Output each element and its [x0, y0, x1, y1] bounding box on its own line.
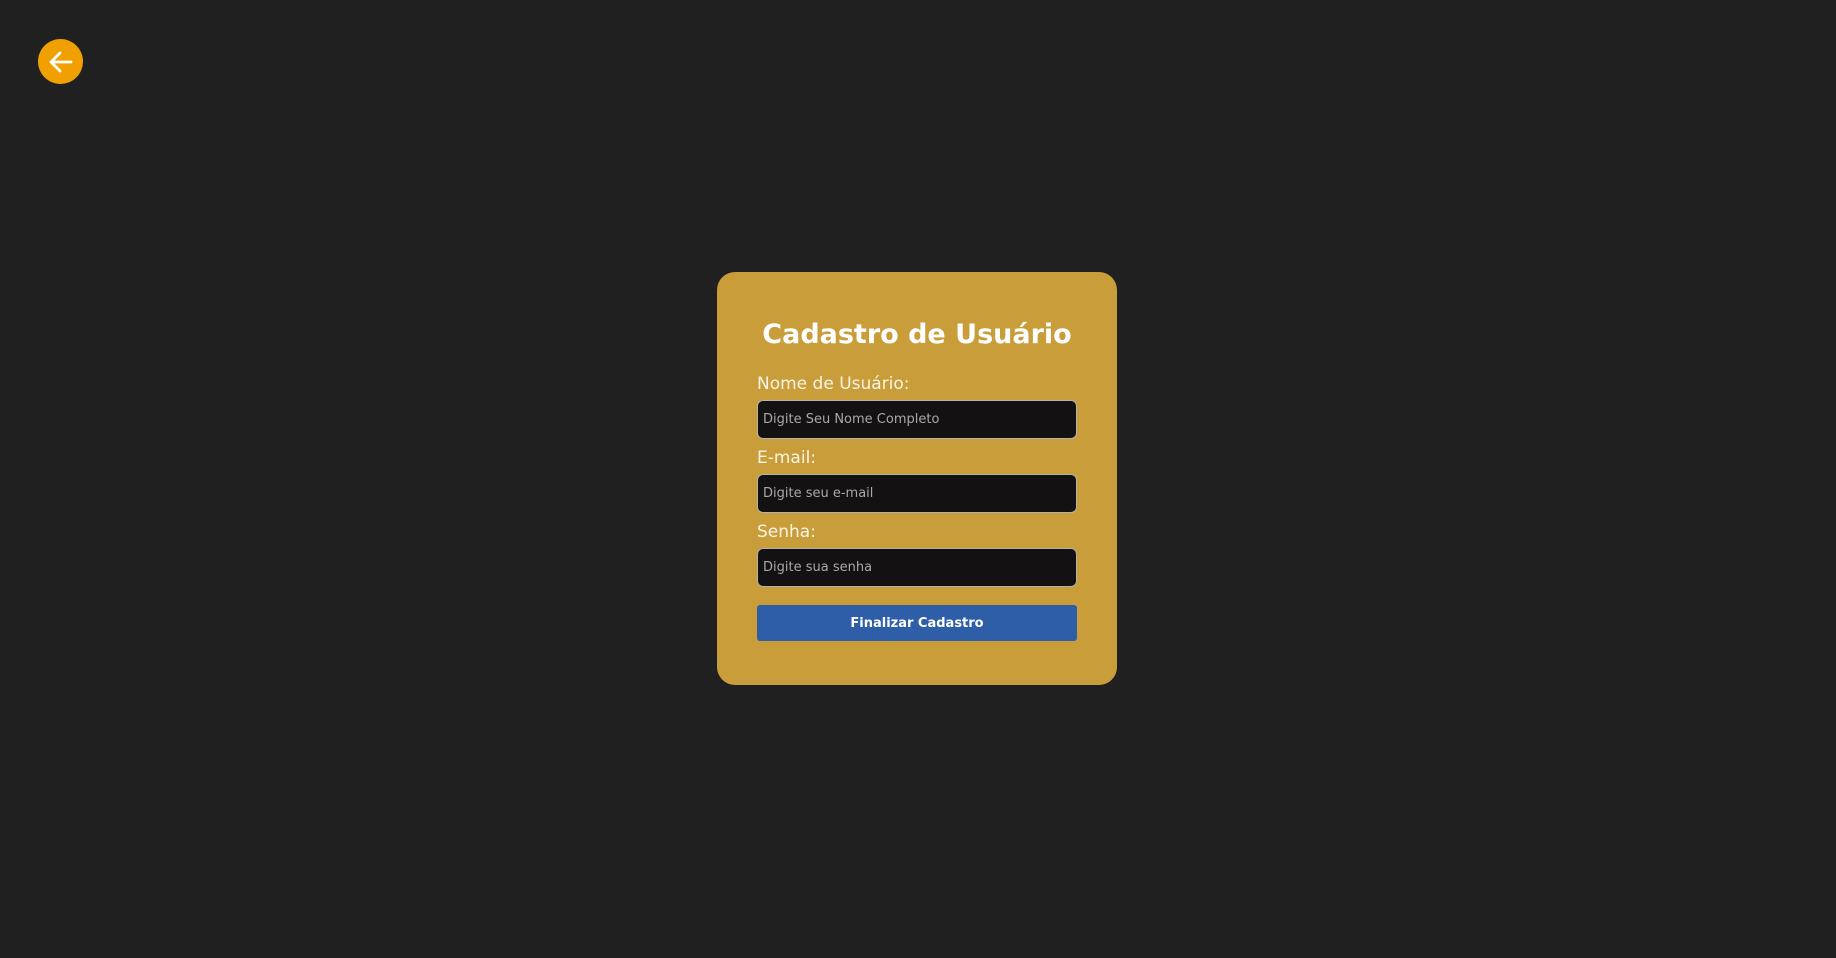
password-label: Senha:	[757, 522, 816, 542]
arrow-left-icon	[49, 51, 72, 72]
username-input[interactable]	[757, 400, 1077, 439]
email-label: E-mail:	[757, 448, 817, 468]
back-button[interactable]	[38, 39, 83, 84]
finish-registration-button[interactable]: Finalizar Cadastro	[757, 605, 1077, 641]
registration-page: Cadastro de Usuário Nome de Usuário: E-m…	[0, 0, 1836, 958]
email-input[interactable]	[757, 474, 1077, 513]
registration-card: Cadastro de Usuário Nome de Usuário: E-m…	[717, 272, 1117, 685]
form-title: Cadastro de Usuário	[762, 319, 1072, 350]
password-input[interactable]	[757, 548, 1077, 587]
username-label: Nome de Usuário:	[757, 374, 910, 394]
